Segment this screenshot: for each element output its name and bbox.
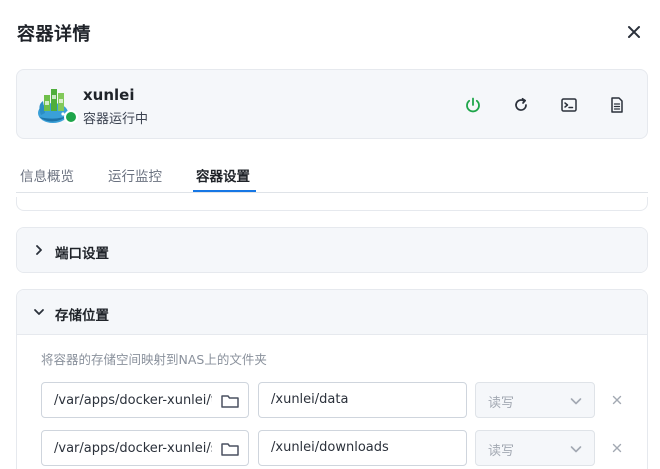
tab-monitor[interactable]: 运行监控 xyxy=(108,165,162,185)
chevron-down-icon xyxy=(34,309,44,315)
container-path-value: /xunlei/data xyxy=(271,392,349,407)
ports-section-header[interactable]: 端口设置 xyxy=(17,228,647,272)
logs-button[interactable] xyxy=(604,92,630,118)
storage-section: 存储位置 将容器的存储空间映射到NAS上的文件夹 /var/apps/docke… xyxy=(16,289,648,469)
remove-mapping-button[interactable] xyxy=(607,438,627,458)
host-path-value: /var/apps/docker-xunlei/s xyxy=(54,440,212,456)
volume-mapping-row: /var/apps/docker-xunlei/t /xunlei/data 读… xyxy=(41,382,641,418)
container-summary-card: xunlei 容器运行中 xyxy=(16,69,648,139)
storage-section-title: 存储位置 xyxy=(55,308,109,324)
permission-value: 读写 xyxy=(488,396,515,411)
host-path-input[interactable]: /var/apps/docker-xunlei/t xyxy=(41,382,249,418)
close-button[interactable] xyxy=(620,18,648,46)
chevron-down-icon xyxy=(570,446,582,453)
chevron-down-icon xyxy=(570,398,582,405)
remove-icon xyxy=(612,395,622,405)
close-icon xyxy=(628,26,640,38)
permission-value: 读写 xyxy=(488,444,515,459)
restart-icon xyxy=(515,97,527,111)
power-button[interactable] xyxy=(460,92,486,118)
chevron-right-icon xyxy=(36,245,42,255)
dialog-title: 容器详情 xyxy=(17,24,91,45)
dialog-header: 容器详情 xyxy=(0,0,660,62)
remove-mapping-button[interactable] xyxy=(607,390,627,410)
terminal-button[interactable] xyxy=(556,92,582,118)
permission-select[interactable]: 读写 xyxy=(475,382,595,418)
power-icon xyxy=(466,97,480,113)
container-path-input[interactable]: /xunlei/data xyxy=(258,382,467,418)
folder-icon[interactable] xyxy=(220,391,240,411)
container-path-input[interactable]: /xunlei/downloads xyxy=(258,430,467,466)
tab-settings[interactable]: 容器设置 xyxy=(196,165,250,185)
storage-hint: 将容器的存储空间映射到NAS上的文件夹 xyxy=(41,352,267,367)
terminal-icon xyxy=(561,98,577,112)
tab-overview[interactable]: 信息概览 xyxy=(20,165,74,185)
previous-section-edge xyxy=(16,197,648,211)
restart-button[interactable] xyxy=(508,92,534,118)
folder-icon[interactable] xyxy=(220,439,240,459)
storage-section-header[interactable]: 存储位置 xyxy=(17,290,647,335)
active-tab-indicator xyxy=(193,190,256,192)
volume-mapping-row: /var/apps/docker-xunlei/s /xunlei/downlo… xyxy=(41,430,641,466)
host-path-value: /var/apps/docker-xunlei/t xyxy=(54,392,212,408)
remove-icon xyxy=(612,443,622,453)
container-status: 容器运行中 xyxy=(83,112,149,127)
detail-tabs: 信息概览 运行监控 容器设置 xyxy=(16,162,648,193)
container-path-value: /xunlei/downloads xyxy=(271,440,389,455)
host-path-input[interactable]: /var/apps/docker-xunlei/s xyxy=(41,430,249,466)
permission-select[interactable]: 读写 xyxy=(475,430,595,466)
running-status-dot xyxy=(64,110,78,124)
log-file-icon xyxy=(611,97,623,113)
container-name: xunlei xyxy=(83,86,135,104)
ports-section-title: 端口设置 xyxy=(55,246,109,262)
ports-section: 端口设置 xyxy=(16,227,648,273)
